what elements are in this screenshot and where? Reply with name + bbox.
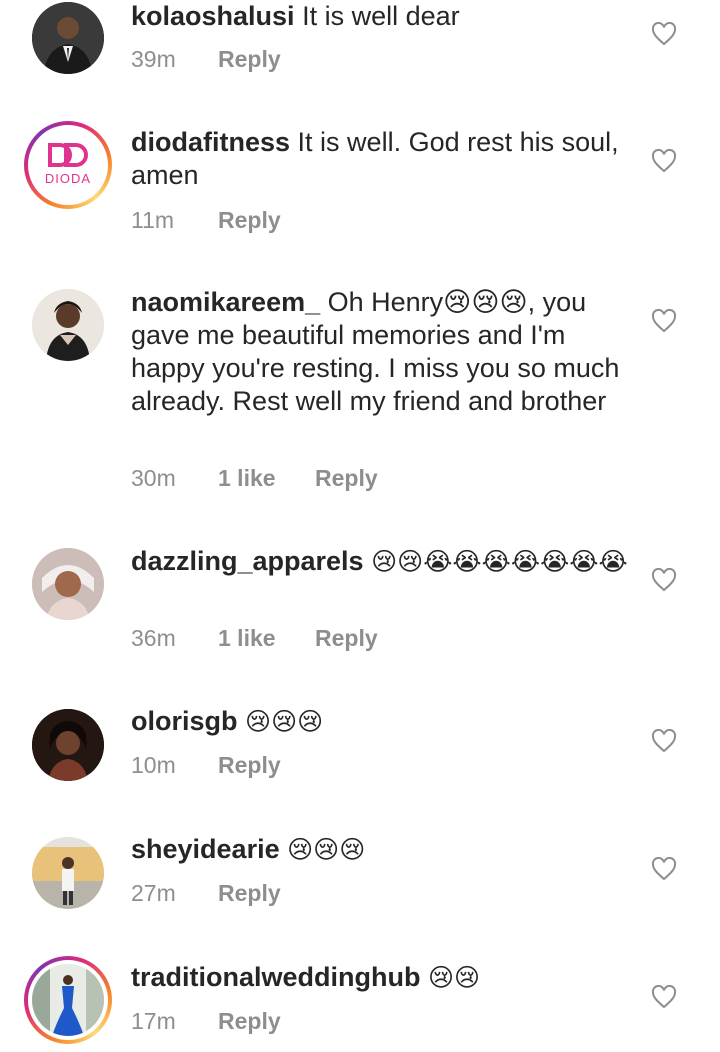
avatar[interactable]: DIODA	[24, 121, 112, 209]
avatar-logo-text: DIODA	[44, 171, 92, 186]
comment-username[interactable]: naomikareem_	[131, 287, 320, 317]
comment-timestamp: 39m	[131, 46, 176, 72]
comment-timestamp: 17m	[131, 1008, 176, 1034]
reply-button[interactable]: Reply	[218, 880, 281, 907]
comment-timestamp: 36m	[131, 625, 176, 651]
comment-username[interactable]: sheyidearie	[131, 834, 280, 864]
avatar[interactable]	[24, 956, 112, 1044]
heart-outline-icon[interactable]	[651, 985, 677, 1009]
reply-button[interactable]: Reply	[218, 207, 281, 234]
comment-username[interactable]: kolaoshalusi	[131, 1, 295, 31]
heart-outline-icon[interactable]	[651, 729, 677, 753]
dioda-logo	[32, 129, 104, 201]
avatar[interactable]	[32, 548, 104, 620]
like-count[interactable]: 1 like	[218, 465, 276, 492]
comment-username[interactable]: diodafitness	[131, 127, 290, 157]
heart-outline-icon[interactable]	[651, 149, 677, 173]
heart-outline-icon[interactable]	[651, 857, 677, 881]
comment-emoji: 😢😢😢	[245, 708, 324, 736]
avatar[interactable]	[32, 289, 104, 361]
avatar[interactable]	[32, 709, 104, 781]
avatar[interactable]	[32, 837, 104, 909]
heart-outline-icon[interactable]	[651, 22, 677, 46]
comment-username[interactable]: olorisgb	[131, 706, 238, 736]
heart-outline-icon[interactable]	[651, 568, 677, 592]
heart-outline-icon[interactable]	[651, 309, 677, 333]
comment-timestamp: 27m	[131, 880, 176, 906]
reply-button[interactable]: Reply	[218, 1008, 281, 1035]
comment-username[interactable]: traditionalweddinghub	[131, 962, 420, 992]
avatar[interactable]	[32, 2, 104, 74]
comment-emoji: 😢😢	[428, 964, 481, 992]
comment-emoji: 😢😢😢	[287, 836, 366, 864]
reply-button[interactable]: Reply	[218, 752, 281, 779]
reply-button[interactable]: Reply	[218, 46, 281, 73]
comment-username[interactable]: dazzling_apparels	[131, 546, 364, 576]
reply-button[interactable]: Reply	[315, 465, 378, 492]
comment-emoji: 😢😢😭😭😭😭😭😭😭	[371, 548, 628, 576]
like-count[interactable]: 1 like	[218, 625, 276, 652]
comment-timestamp: 30m	[131, 465, 176, 491]
comment-text: It is well dear	[302, 1, 460, 31]
reply-button[interactable]: Reply	[315, 625, 378, 652]
comment-timestamp: 10m	[131, 752, 176, 778]
comment-timestamp: 11m	[131, 207, 175, 233]
